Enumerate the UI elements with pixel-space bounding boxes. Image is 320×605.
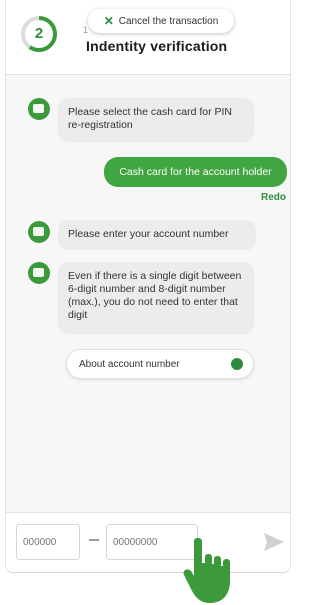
branch-number-input[interactable] bbox=[16, 524, 80, 560]
page-title: Indentity verification bbox=[86, 38, 228, 54]
user-message-text: Cash card for the account holder bbox=[119, 166, 272, 178]
about-account-number-button[interactable]: About account number bbox=[66, 349, 254, 379]
cancel-transaction-label: Cancel the transaction bbox=[118, 15, 219, 27]
bot-message: Please select the cash card for PIN re-r… bbox=[58, 98, 254, 142]
bot-message: Even if there is a single digit between … bbox=[58, 262, 254, 334]
about-account-number-label: About account number bbox=[79, 359, 180, 370]
info-icon bbox=[231, 358, 243, 370]
step-label: 1 bbox=[83, 25, 89, 35]
send-icon[interactable] bbox=[263, 532, 285, 552]
bot-avatar-icon bbox=[28, 98, 50, 120]
bot-message: Please enter your account number bbox=[58, 220, 256, 250]
separator-dash bbox=[89, 539, 99, 541]
bot-message-text: Even if there is a single digit between … bbox=[68, 270, 242, 321]
bot-avatar-icon bbox=[28, 262, 50, 284]
cancel-transaction-button[interactable]: ✕ Cancel the transaction bbox=[88, 9, 234, 33]
progress-step-number: 2 bbox=[34, 25, 44, 42]
phone-screen: 2 1 Indentity verification ✕ Cancel the … bbox=[5, 0, 291, 573]
pointing-hand-icon bbox=[183, 538, 230, 603]
bot-avatar-icon bbox=[28, 221, 50, 243]
progress-indicator: 2 bbox=[20, 15, 58, 53]
user-message: Cash card for the account holder bbox=[104, 157, 287, 187]
header: 2 1 Indentity verification ✕ Cancel the … bbox=[6, 0, 290, 75]
bot-message-text: Please enter your account number bbox=[68, 228, 229, 240]
close-icon: ✕ bbox=[103, 14, 114, 28]
bot-message-text: Please select the cash card for PIN re-r… bbox=[68, 106, 232, 131]
redo-link[interactable]: Redo bbox=[261, 192, 286, 203]
